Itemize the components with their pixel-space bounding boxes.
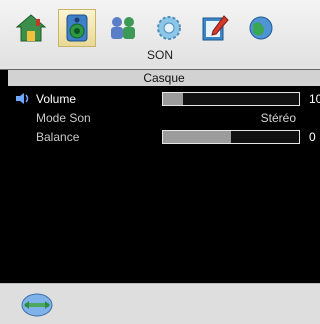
menu-icon-row xyxy=(8,8,284,48)
navigation-globe-icon[interactable] xyxy=(20,292,54,318)
speaker-small-icon xyxy=(16,93,29,104)
sound-mode-value: Stéréo xyxy=(260,111,296,125)
network-icon xyxy=(111,17,135,39)
menu-title: SON xyxy=(146,48,173,62)
submenu-title: Casque xyxy=(8,70,320,86)
globe-menu-button[interactable] xyxy=(238,8,284,48)
settings-panel: Casque Volume 10 Mode Son Stéréo Balance… xyxy=(0,69,320,283)
volume-label: Volume xyxy=(36,92,77,106)
balance-slider[interactable] xyxy=(162,130,300,144)
home-icon xyxy=(15,14,47,42)
sound-mode-label: Mode Son xyxy=(36,111,91,125)
home-menu-button[interactable] xyxy=(8,8,54,48)
edit-menu-button[interactable] xyxy=(192,8,238,48)
sound-menu-button[interactable] xyxy=(58,9,96,47)
balance-row[interactable]: Balance 0 xyxy=(0,128,320,146)
balance-slider-fill xyxy=(163,131,231,143)
sound-mode-row[interactable]: Mode Son Stéréo xyxy=(0,109,320,127)
balance-label: Balance xyxy=(36,130,80,144)
bottom-bar xyxy=(0,283,320,324)
volume-value: 10 xyxy=(309,92,320,106)
settings-menu-button[interactable] xyxy=(146,8,192,48)
balance-value: 0 xyxy=(309,130,316,144)
speaker-icon xyxy=(66,14,88,42)
volume-slider-fill xyxy=(163,93,184,105)
globe-icon xyxy=(249,16,273,40)
volume-slider[interactable] xyxy=(162,92,300,106)
volume-row[interactable]: Volume 10 xyxy=(0,90,320,108)
edit-icon xyxy=(202,15,229,41)
settings-icon xyxy=(157,16,181,40)
network-menu-button[interactable] xyxy=(100,8,146,48)
top-menu-bar: SON xyxy=(0,0,320,66)
